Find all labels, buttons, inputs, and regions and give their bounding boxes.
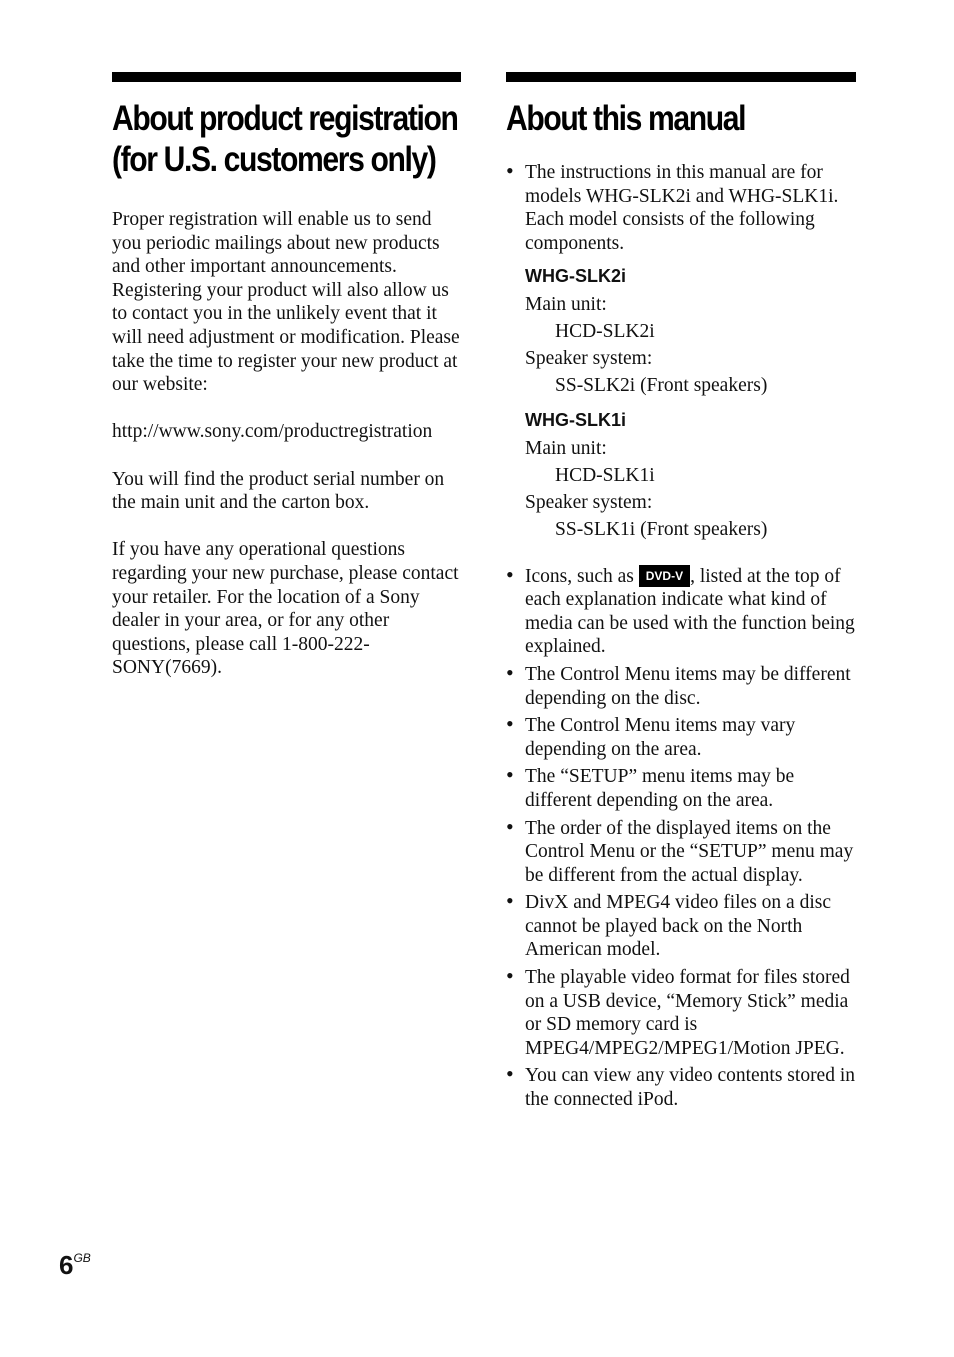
serial-number-paragraph: You will find the product serial number … (112, 468, 445, 514)
product-registration-section: About product registration (for U.S. cus… (112, 72, 461, 703)
section-title: About this manual (506, 99, 747, 138)
manual-bullet-list: The instructions in this manual are for … (506, 159, 856, 1112)
model-block: WHG-SLK1i Main unit: HCD-SLK1i Speaker s… (525, 409, 856, 543)
list-item: The “SETUP” menu items may be different … (506, 763, 856, 812)
model-name: WHG-SLK1i (525, 409, 626, 430)
section-rule (506, 72, 856, 82)
registration-paragraph: Proper registration will enable us to se… (112, 209, 460, 396)
speaker-label: Speaker system: (525, 491, 653, 513)
speaker-value: SS-SLK2i (Front speakers) (555, 374, 768, 396)
contact-paragraph: If you have any operational questions re… (112, 539, 459, 679)
list-item: Icons, such as DVD-V, listed at the top … (506, 563, 856, 659)
list-item: The order of the displayed items on the … (506, 815, 856, 888)
registration-url: http://www.sony.com/productregistration (112, 421, 433, 443)
list-item: The instructions in this manual are for … (506, 159, 856, 561)
section-title: About product registration (for U.S. cus… (112, 99, 459, 179)
list-item: The playable video format for files stor… (506, 964, 856, 1060)
main-unit-label: Main unit: (525, 437, 607, 459)
about-manual-section: About this manual The instructions in th… (506, 72, 856, 1116)
dvd-v-icon: DVD-V (638, 564, 691, 587)
speaker-label: Speaker system: (525, 347, 653, 369)
list-item: The Control Menu items may vary dependin… (506, 712, 856, 761)
model-name: WHG-SLK2i (525, 266, 626, 287)
section-rule (112, 72, 461, 82)
list-item: DivX and MPEG4 video files on a disc can… (506, 889, 856, 962)
model-block: WHG-SLK2i Main unit: HCD-SLK2i Speaker s… (525, 265, 856, 399)
page-number: 6GB (59, 1250, 91, 1280)
main-unit-label: Main unit: (525, 293, 607, 315)
page-region-suffix: GB (73, 1251, 91, 1265)
list-item: The Control Menu items may be different … (506, 661, 856, 710)
main-unit-value: HCD-SLK2i (555, 320, 655, 342)
intro-text: The instructions in this manual are for … (525, 162, 839, 254)
list-item: You can view any video contents stored i… (506, 1062, 856, 1111)
main-unit-value: HCD-SLK1i (555, 464, 655, 486)
speaker-value: SS-SLK1i (Front speakers) (555, 518, 768, 540)
